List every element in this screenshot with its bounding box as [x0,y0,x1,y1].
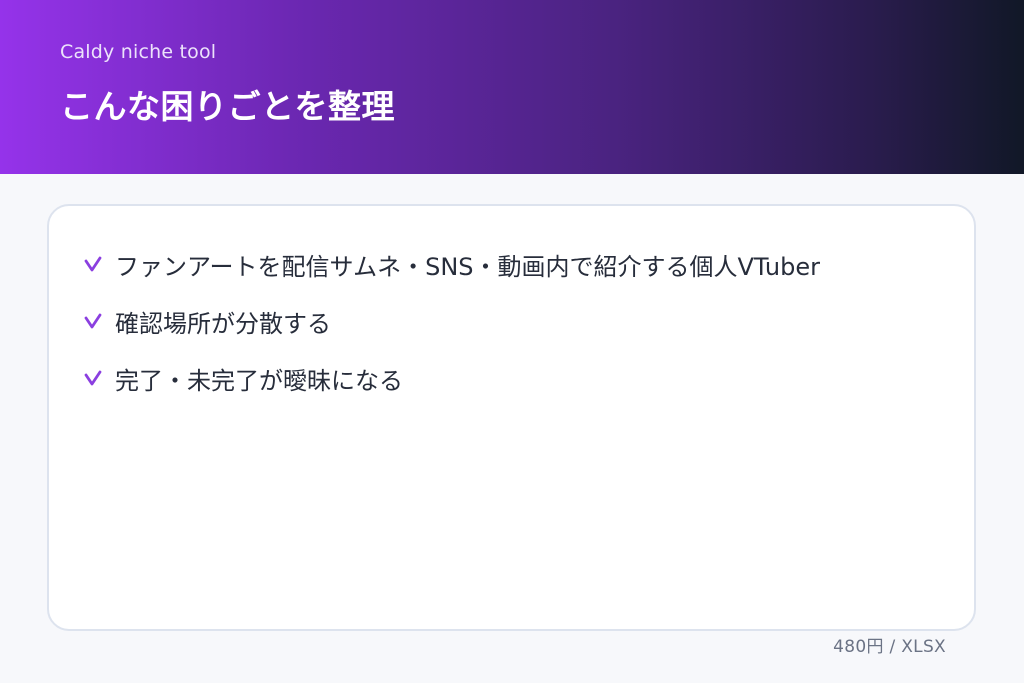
problem-list: ファンアートを配信サムネ・SNS・動画内で紹介する個人VTuber 確認場所が分… [82,244,820,415]
list-item-label: 完了・未完了が曖昧になる [115,366,403,395]
check-icon [82,310,104,332]
check-icon [82,253,104,275]
problems-card: ファンアートを配信サムネ・SNS・動画内で紹介する個人VTuber 確認場所が分… [47,204,976,631]
price-format-label: 480円 / XLSX [833,637,946,657]
list-item-label: ファンアートを配信サムネ・SNS・動画内で紹介する個人VTuber [115,252,821,281]
list-item-label: 確認場所が分散する [115,309,331,338]
page-title: こんな困りごとを整理 [60,87,395,126]
list-item: 完了・未完了が曖昧になる [82,358,820,398]
list-item: 確認場所が分散する [82,301,820,341]
brand-name: Caldy niche tool [60,41,217,63]
list-item: ファンアートを配信サムネ・SNS・動画内で紹介する個人VTuber [82,244,820,284]
check-icon [82,367,104,389]
header-banner: Caldy niche tool こんな困りごとを整理 [0,0,1024,174]
